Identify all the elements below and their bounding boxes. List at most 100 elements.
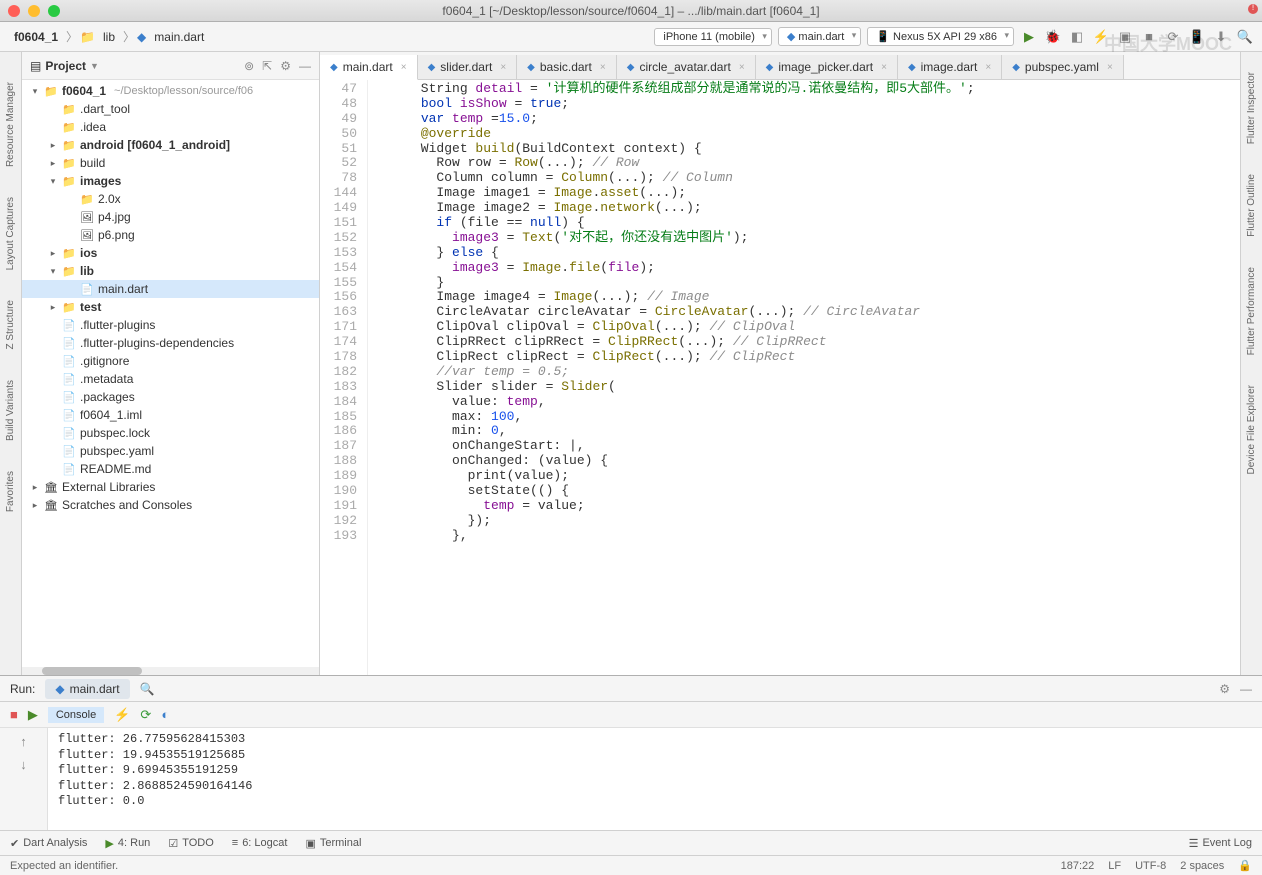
run-tab[interactable]: ◆main.dart <box>45 679 129 699</box>
rail-flutter-inspector[interactable]: Flutter Inspector <box>1246 72 1257 144</box>
code-area[interactable]: String detail = '计算机的硬件系统组成部分就是通常说的冯.诺依曼… <box>368 80 1240 675</box>
editor-tab[interactable]: ◆image_picker.dart× <box>756 55 898 79</box>
attach-icon[interactable]: ▣ <box>1116 28 1134 46</box>
bottom-dart-analysis[interactable]: ✔Dart Analysis <box>10 837 87 850</box>
maximize-window-button[interactable] <box>48 5 60 17</box>
editor-tab[interactable]: ◆circle_avatar.dart× <box>617 55 756 79</box>
avd-manager-icon[interactable]: 📱 <box>1188 28 1206 46</box>
project-view-dropdown-icon[interactable]: ▼ <box>90 61 99 71</box>
breadcrumb-folder[interactable]: lib <box>97 28 121 46</box>
search-icon[interactable]: 🔍 <box>1236 28 1254 46</box>
tree-scrollbar-thumb[interactable] <box>42 667 142 675</box>
project-tree[interactable]: ▾📁f0604_1~/Desktop/lesson/source/f06📁.da… <box>22 80 319 667</box>
run-up-icon[interactable]: ↑ <box>20 734 27 749</box>
rail-flutter-performance[interactable]: Flutter Performance <box>1246 267 1257 355</box>
hot-reload-icon[interactable]: ⚡ <box>1092 28 1110 46</box>
tab-close-icon[interactable]: × <box>401 62 407 73</box>
console-output[interactable]: flutter: 26.77595628415303flutter: 19.94… <box>48 728 1262 830</box>
status-lock-icon[interactable]: 🔒 <box>1238 859 1252 872</box>
run-down-icon[interactable]: ↓ <box>20 757 27 772</box>
tree-scrollbar[interactable] <box>22 667 319 675</box>
breadcrumb-file[interactable]: main.dart <box>148 28 210 46</box>
sync-icon[interactable]: ⟳ <box>1164 28 1182 46</box>
tab-close-icon[interactable]: × <box>985 62 991 73</box>
tree-item[interactable]: ▸📁android [f0604_1_android] <box>22 136 319 154</box>
rail-structure[interactable]: Z Structure <box>5 300 16 349</box>
avd-selector[interactable]: 📱 Nexus 5X API 29 x86 <box>867 27 1014 46</box>
tree-item[interactable]: 📄.flutter-plugins <box>22 316 319 334</box>
tree-item-ext_lib[interactable]: ▸🏛External Libraries <box>22 478 319 496</box>
close-window-button[interactable] <box>8 5 20 17</box>
rail-resource-manager[interactable]: Resource Manager <box>5 82 16 167</box>
tab-close-icon[interactable]: × <box>500 62 506 73</box>
breadcrumb-sep2: 〉 <box>123 28 135 45</box>
tree-item[interactable]: 📄.flutter-plugins-dependencies <box>22 334 319 352</box>
tree-item[interactable]: 📄f0604_1.iml <box>22 406 319 424</box>
profile-icon[interactable]: ◧ <box>1068 28 1086 46</box>
tree-item[interactable]: 📄.metadata <box>22 370 319 388</box>
rail-build-variants[interactable]: Build Variants <box>5 380 16 441</box>
bottom-todo[interactable]: ☑TODO <box>168 837 213 850</box>
bottom-terminal[interactable]: ▣Terminal <box>305 837 361 850</box>
console-tab[interactable]: Console <box>48 707 104 723</box>
status-encoding[interactable]: UTF-8 <box>1135 860 1166 872</box>
rail-layout-captures[interactable]: Layout Captures <box>5 197 16 270</box>
sdk-manager-icon[interactable]: ⬇ <box>1212 28 1230 46</box>
tree-item[interactable]: 🖼p6.png <box>22 226 319 244</box>
tree-item[interactable]: ▾📁lib <box>22 262 319 280</box>
tree-item[interactable]: ▾📁images <box>22 172 319 190</box>
editor-tab[interactable]: ◆basic.dart× <box>517 55 617 79</box>
tab-close-icon[interactable]: × <box>739 62 745 73</box>
status-line-sep[interactable]: LF <box>1108 860 1121 872</box>
run-reload-icon[interactable]: ⟳ <box>140 707 151 723</box>
hide-icon[interactable]: — <box>299 59 311 73</box>
rail-favorites[interactable]: Favorites <box>5 471 16 512</box>
rail-device-file-explorer[interactable]: Device File Explorer <box>1246 385 1257 474</box>
editor-tab[interactable]: ◆pubspec.yaml× <box>1002 55 1124 79</box>
tab-close-icon[interactable]: × <box>1107 62 1113 73</box>
locate-icon[interactable]: ⊚ <box>244 59 254 73</box>
tree-item[interactable]: ▸📁ios <box>22 244 319 262</box>
editor-body[interactable]: ! 47484950515278144149151152153154155156… <box>320 80 1240 675</box>
tree-item[interactable]: 📄.gitignore <box>22 352 319 370</box>
editor-tab[interactable]: ◆main.dart× <box>320 55 418 80</box>
tree-item[interactable]: 📄pubspec.lock <box>22 424 319 442</box>
project-header-title[interactable]: Project <box>45 59 86 73</box>
tree-item[interactable]: 🖼p4.jpg <box>22 208 319 226</box>
run-icon[interactable]: ▶ <box>1020 28 1038 46</box>
tree-root[interactable]: ▾📁f0604_1~/Desktop/lesson/source/f06 <box>22 82 319 100</box>
stop-icon[interactable]: ■ <box>1140 28 1158 46</box>
tree-item[interactable]: ▸📁build <box>22 154 319 172</box>
editor-tab[interactable]: ◆slider.dart× <box>418 55 518 79</box>
device-selector[interactable]: iPhone 11 (mobile) <box>654 28 772 46</box>
collapse-icon[interactable]: ⇱ <box>262 59 272 73</box>
tree-item[interactable]: 📁.dart_tool <box>22 100 319 118</box>
minimize-window-button[interactable] <box>28 5 40 17</box>
status-indent[interactable]: 2 spaces <box>1180 860 1224 872</box>
bottom-event-log[interactable]: ☰Event Log <box>1189 837 1252 850</box>
run-config-selector[interactable]: ◆ main.dart <box>778 27 861 46</box>
tree-item-scratches[interactable]: ▸🏛Scratches and Consoles <box>22 496 319 514</box>
run-settings-icon[interactable]: ⚙ <box>1219 682 1230 696</box>
breadcrumb-project[interactable]: f0604_1 <box>8 28 64 46</box>
run-flash-icon[interactable]: ⚡ <box>114 707 130 723</box>
tab-close-icon[interactable]: × <box>600 62 606 73</box>
gear-icon[interactable]: ⚙ <box>280 59 291 73</box>
editor-tab[interactable]: ◆image.dart× <box>898 55 1002 79</box>
tab-close-icon[interactable]: × <box>881 62 887 73</box>
status-position[interactable]: 187:22 <box>1061 860 1095 872</box>
rail-flutter-outline[interactable]: Flutter Outline <box>1246 174 1257 237</box>
run-play-icon[interactable]: ▶ <box>28 707 38 723</box>
tree-item[interactable]: 📁2.0x <box>22 190 319 208</box>
tree-item[interactable]: 📄pubspec.yaml <box>22 442 319 460</box>
run-find-icon[interactable]: 🔍 <box>140 682 155 696</box>
tree-item[interactable]: 📄main.dart <box>22 280 319 298</box>
tree-item[interactable]: 📄README.md <box>22 460 319 478</box>
bottom-logcat[interactable]: ≡6: Logcat <box>232 837 288 849</box>
tree-item[interactable]: ▸📁test <box>22 298 319 316</box>
bottom-run[interactable]: ▶4: Run <box>105 837 150 850</box>
run-hide-icon[interactable]: — <box>1240 682 1252 696</box>
tree-item[interactable]: 📁.idea <box>22 118 319 136</box>
debug-icon[interactable]: 🐞 <box>1044 28 1062 46</box>
tree-item[interactable]: 📄.packages <box>22 388 319 406</box>
